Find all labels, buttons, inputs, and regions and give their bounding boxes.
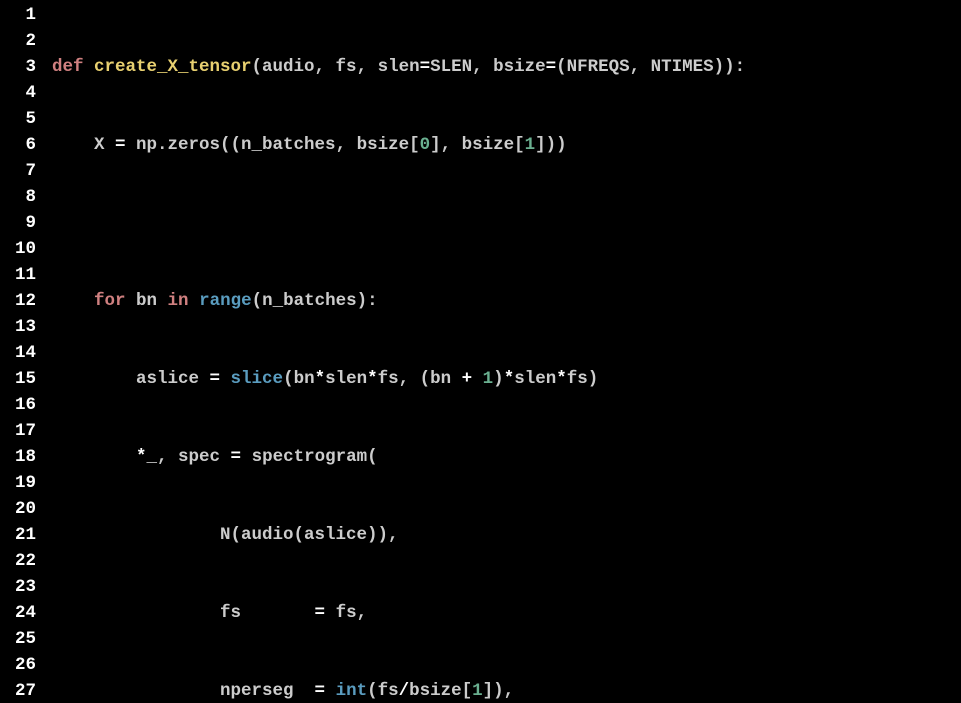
line-number: 3 <box>4 54 36 80</box>
line-number: 10 <box>4 236 36 262</box>
operator: = <box>231 447 252 467</box>
operator: = <box>546 57 557 77</box>
line-number: 17 <box>4 418 36 444</box>
number: 0 <box>420 135 431 155</box>
code-text: np.zeros((n_batches, bsize[ <box>136 135 420 155</box>
code-text: _, spec <box>147 447 231 467</box>
code-line[interactable]: nperseg = int(fs/bsize[1]), <box>52 678 745 703</box>
line-number: 26 <box>4 652 36 678</box>
line-number: 9 <box>4 210 36 236</box>
line-number: 7 <box>4 158 36 184</box>
operator: = <box>315 603 336 623</box>
code-text: aslice <box>52 369 210 389</box>
line-number: 19 <box>4 470 36 496</box>
code-text: (bn <box>283 369 315 389</box>
operator: * <box>136 447 147 467</box>
code-text: (n_batches): <box>252 291 378 311</box>
line-number: 6 <box>4 132 36 158</box>
line-number: 21 <box>4 522 36 548</box>
line-number: 20 <box>4 496 36 522</box>
operator: = <box>315 681 336 701</box>
code-text: fs, (bn <box>378 369 462 389</box>
keyword-def: def <box>52 57 94 77</box>
number: 1 <box>472 681 483 701</box>
code-text: spectrogram( <box>252 447 378 467</box>
code-line[interactable]: N(audio(aslice)), <box>52 522 745 548</box>
code-text: ) <box>493 369 504 389</box>
line-number: 1 <box>4 2 36 28</box>
line-number: 23 <box>4 574 36 600</box>
operator: * <box>504 369 515 389</box>
code-text: bsize[ <box>409 681 472 701</box>
operator: + <box>462 369 483 389</box>
code-text: fs, <box>336 603 368 623</box>
code-text: SLEN, bsize <box>430 57 546 77</box>
code-text: slen <box>514 369 556 389</box>
keyword-in: in <box>168 291 200 311</box>
number: 1 <box>525 135 536 155</box>
code-text: X <box>52 135 115 155</box>
code-area[interactable]: def create_X_tensor(audio, fs, slen=SLEN… <box>52 2 745 703</box>
line-number: 27 <box>4 678 36 703</box>
code-text <box>52 291 94 311</box>
line-number: 5 <box>4 106 36 132</box>
builtin-range: range <box>199 291 252 311</box>
line-number: 8 <box>4 184 36 210</box>
code-line[interactable]: X = np.zeros((n_batches, bsize[0], bsize… <box>52 132 745 158</box>
line-number: 18 <box>4 444 36 470</box>
code-line[interactable]: def create_X_tensor(audio, fs, slen=SLEN… <box>52 54 745 80</box>
line-number: 11 <box>4 262 36 288</box>
code-text: bn <box>136 291 168 311</box>
code-text: ], bsize[ <box>430 135 525 155</box>
operator: / <box>399 681 410 701</box>
code-text: ]), <box>483 681 515 701</box>
builtin-slice: slice <box>231 369 284 389</box>
code-text: (audio, fs, slen <box>252 57 420 77</box>
code-editor[interactable]: 1 2 3 4 5 6 7 8 9 10 11 12 13 14 15 16 1… <box>0 0 961 703</box>
operator: * <box>315 369 326 389</box>
code-text: (fs <box>367 681 399 701</box>
code-line[interactable]: fs = fs, <box>52 600 745 626</box>
func-name: create_X_tensor <box>94 57 252 77</box>
line-number: 16 <box>4 392 36 418</box>
line-number: 4 <box>4 80 36 106</box>
code-text: slen <box>325 369 367 389</box>
code-text: ])) <box>535 135 567 155</box>
operator: * <box>367 369 378 389</box>
keyword-for: for <box>94 291 136 311</box>
code-text: fs) <box>567 369 599 389</box>
line-number: 24 <box>4 600 36 626</box>
code-text <box>52 447 136 467</box>
line-number: 22 <box>4 548 36 574</box>
code-text: N(audio(aslice)), <box>52 525 399 545</box>
code-line[interactable]: for bn in range(n_batches): <box>52 288 745 314</box>
line-number: 15 <box>4 366 36 392</box>
code-line[interactable]: aslice = slice(bn*slen*fs, (bn + 1)*slen… <box>52 366 745 392</box>
line-number: 13 <box>4 314 36 340</box>
line-number: 14 <box>4 340 36 366</box>
code-text: nperseg <box>52 681 315 701</box>
builtin-int: int <box>336 681 368 701</box>
operator: = <box>420 57 431 77</box>
number: 1 <box>483 369 494 389</box>
operator: = <box>115 135 136 155</box>
operator: * <box>556 369 567 389</box>
code-line[interactable] <box>52 210 745 236</box>
operator: = <box>210 369 231 389</box>
line-number-gutter: 1 2 3 4 5 6 7 8 9 10 11 12 13 14 15 16 1… <box>4 2 52 703</box>
line-number: 25 <box>4 626 36 652</box>
code-text: (NFREQS, NTIMES)): <box>556 57 745 77</box>
line-number: 2 <box>4 28 36 54</box>
code-line[interactable]: *_, spec = spectrogram( <box>52 444 745 470</box>
code-text: fs <box>52 603 315 623</box>
line-number: 12 <box>4 288 36 314</box>
